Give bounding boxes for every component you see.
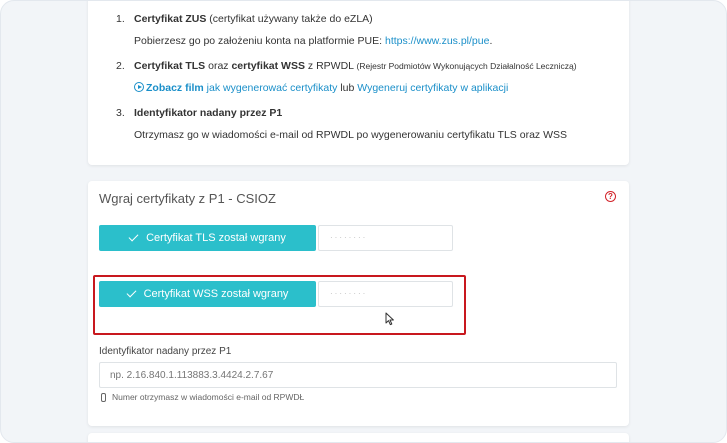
step-number: 3. — [116, 107, 125, 119]
step-registry-note: (Rejestr Podmiotów Wykonujących Działaln… — [356, 61, 577, 71]
next-card — [88, 433, 629, 442]
generate-guide-link[interactable]: jak wygenerować certyfikaty — [204, 82, 338, 94]
steps-list: 1. Certyfikat ZUS (certyfikat używany ta… — [116, 12, 618, 142]
identifier-input[interactable] — [99, 362, 617, 388]
upload-card: Wgraj certyfikaty z P1 - CSIOZ ? Certyfi… — [88, 181, 629, 426]
list-item: 3. Identyfikator nadany przez P1 Otrzyma… — [116, 106, 618, 142]
identifier-hint-text: Numer otrzymasz w wiadomości e-mail od R… — [112, 392, 305, 402]
section-title: Wgraj certyfikaty z P1 - CSIOZ — [99, 191, 276, 206]
tls-upload-button[interactable]: Certyfikat TLS został wgrany — [99, 225, 316, 251]
identifier-label: Identyfikator nadany przez P1 — [99, 346, 232, 357]
page-frame: 1. Certyfikat ZUS (certyfikat używany ta… — [0, 0, 727, 443]
help-icon[interactable]: ? — [605, 191, 616, 202]
step-title: Identyfikator nadany przez P1 — [134, 107, 283, 119]
step-description: Otrzymasz go w wiadomości e-mail od RPWD… — [134, 129, 567, 141]
step-description: Pobierzesz go po założeniu konta na plat… — [134, 34, 618, 48]
step-links: Zobacz film jak wygenerować certyfikaty … — [134, 81, 618, 95]
step-source: z RPWDL — [304, 60, 357, 72]
play-icon[interactable] — [134, 82, 144, 92]
step-description-text: Pobierzesz go po założeniu konta na plat… — [134, 35, 385, 47]
highlight-box — [93, 275, 466, 335]
tls-password-field[interactable]: ········ — [318, 225, 453, 251]
step-title-wss: certyfikat WSS — [231, 60, 305, 72]
list-item: 2. Certyfikat TLS oraz certyfikat WSS z … — [116, 59, 618, 106]
instructions-card: 1. Certyfikat ZUS (certyfikat używany ta… — [88, 1, 629, 165]
step-title: Certyfikat ZUS — [134, 13, 207, 25]
list-item: 1. Certyfikat ZUS (certyfikat używany ta… — [116, 12, 618, 59]
pue-link[interactable]: https://www.zus.pl/pue — [385, 35, 489, 47]
step-title-tls: Certyfikat TLS — [134, 60, 206, 72]
tls-cert-row: Certyfikat TLS został wgrany ········ — [99, 225, 454, 251]
step-title-note: (certyfikat używany także do eZLA) — [206, 13, 373, 25]
step-number: 2. — [116, 60, 125, 72]
check-icon — [128, 231, 139, 242]
info-icon — [101, 392, 106, 402]
mouse-cursor-icon — [385, 312, 394, 326]
step-number: 1. — [116, 13, 125, 25]
video-link[interactable]: Zobacz film — [146, 82, 204, 94]
link-separator: lub — [337, 82, 358, 94]
tls-upload-label: Certyfikat TLS został wgrany — [146, 232, 286, 244]
identifier-hint: Numer otrzymasz w wiadomości e-mail od R… — [101, 392, 304, 402]
step-connector: oraz — [205, 60, 232, 72]
generate-in-app-link[interactable]: Wygeneruj certyfikaty w aplikacji — [357, 82, 508, 94]
step-description-end: . — [489, 35, 493, 47]
